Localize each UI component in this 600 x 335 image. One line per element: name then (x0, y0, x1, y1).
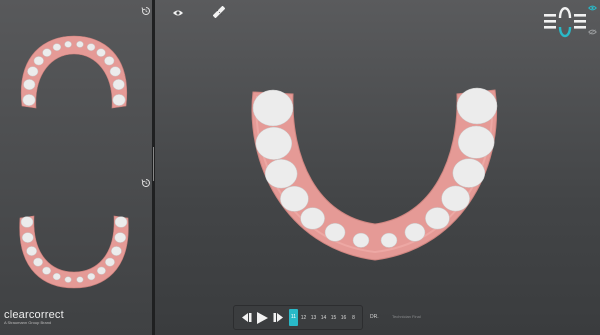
tooth (264, 159, 298, 189)
upper-arch-thumbnail[interactable] (16, 34, 132, 114)
tooth (64, 276, 72, 283)
brand-logo: clearcorrect A Straumann Group Brand (4, 309, 64, 325)
tooth (441, 185, 470, 212)
tooth (87, 273, 96, 281)
tooth (52, 43, 62, 51)
tooth (27, 66, 39, 77)
technician-final-label[interactable]: Technician Final (392, 314, 421, 319)
tooth (104, 56, 115, 66)
tooth (109, 66, 121, 77)
doctor-label[interactable]: DR. (370, 314, 379, 320)
tooth (425, 207, 450, 230)
step-item[interactable]: 8 (349, 311, 358, 325)
ruler-icon[interactable] (212, 5, 226, 19)
step-item[interactable]: 16 (339, 311, 348, 325)
tooth (21, 232, 34, 243)
lower-arch-thumbnail[interactable] (16, 212, 132, 290)
upper-arch-eye-icon[interactable] (587, 4, 597, 12)
tooth (114, 216, 128, 228)
tooth (42, 266, 51, 275)
tooth (86, 43, 96, 51)
tooth (456, 87, 498, 125)
tooth (457, 125, 495, 159)
tooth (300, 207, 325, 230)
tooth (64, 41, 72, 48)
tooth (42, 48, 52, 57)
step-item[interactable]: 15 (329, 311, 338, 325)
tooth (452, 158, 486, 188)
tooth (111, 246, 122, 256)
step-forward-icon[interactable] (270, 311, 284, 325)
tooth (114, 232, 127, 243)
tooth (33, 56, 44, 66)
tooth (105, 257, 115, 267)
reset-view-icon[interactable] (140, 5, 152, 17)
tooth (324, 223, 346, 242)
divider-handle[interactable] (153, 147, 154, 181)
tooth (76, 276, 84, 283)
step-item[interactable]: 11 (289, 309, 298, 326)
step-item[interactable]: 14 (319, 311, 328, 325)
lower-arch-eye-off-icon[interactable] (587, 28, 597, 36)
step-item[interactable]: 12 (299, 311, 308, 325)
tooth (280, 185, 309, 212)
tooth (23, 79, 36, 90)
tooth (252, 89, 294, 127)
lower-arch-model[interactable] (243, 80, 508, 265)
tooth (33, 257, 43, 267)
tooth (20, 216, 34, 228)
tooth (352, 232, 370, 248)
tooth (380, 232, 398, 248)
tooth (26, 246, 37, 256)
tooth (112, 94, 126, 106)
treatment-step-player: 11 12 13 14 15 16 8 (233, 305, 363, 330)
thumbnail-panel: clearcorrect A Straumann Group Brand (0, 0, 152, 335)
reset-view-icon[interactable] (140, 177, 152, 189)
play-icon[interactable] (255, 311, 269, 325)
tooth (52, 273, 61, 281)
step-list: 11 12 13 14 15 16 8 (289, 309, 359, 326)
eye-icon[interactable] (171, 6, 185, 20)
step-back-icon[interactable] (240, 311, 254, 325)
tooth (255, 126, 293, 160)
tooth (76, 41, 84, 48)
step-item[interactable]: 13 (309, 311, 318, 325)
tooth (404, 223, 426, 242)
tooth (112, 79, 125, 90)
tooth (96, 48, 106, 57)
main-3d-viewport[interactable] (155, 0, 600, 335)
tooth (97, 266, 106, 275)
tooth (22, 94, 36, 106)
